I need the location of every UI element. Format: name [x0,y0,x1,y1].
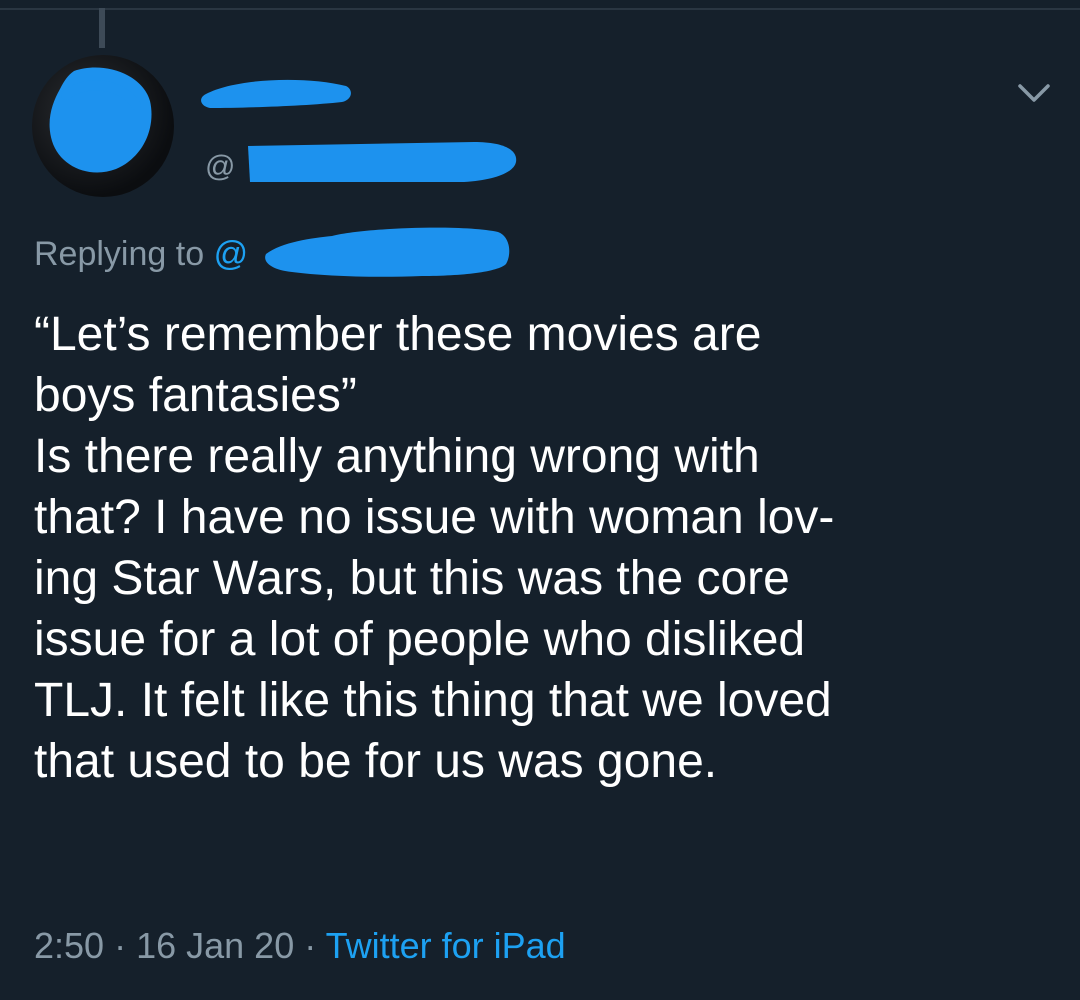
thread-top-divider [0,8,1080,10]
tweet-line: that used to be for us was gone. [34,735,718,788]
avatar[interactable] [32,55,174,197]
tweet-source-link[interactable]: Twitter for iPad [326,925,566,966]
tweet-time[interactable]: 2:50 [34,925,104,966]
tweet-line: ing Star Wars, but this was the core [34,552,790,605]
tweet-line: that? I have no issue with woman lov- [34,491,835,544]
display-name-redaction [201,79,351,108]
meta-separator: · [294,925,326,966]
handle-at-symbol: @ [205,150,236,183]
tweet-body: “Let’s remember these movies are boys fa… [34,304,1054,792]
handle-redaction [248,142,517,182]
chevron-down-icon[interactable] [1014,80,1054,108]
reply-mention-at[interactable]: @ [214,235,249,273]
user-handle[interactable]: @ [205,147,235,187]
meta-separator: · [104,925,137,966]
tweet-line: issue for a lot of people who disliked [34,613,806,666]
thread-connector-line [99,8,105,48]
tweet-meta: 2:50 · 16 Jan 20 · Twitter for iPad [34,922,566,970]
tweet-line: Is there really anything wrong with [34,430,760,483]
tweet-date[interactable]: 16 Jan 20 [136,925,294,966]
tweet-line: “Let’s remember these movies are [34,308,762,361]
replying-to-label: Replying to [34,235,205,273]
avatar-redaction-scribble [49,67,152,173]
tweet-line: TLJ. It felt like this thing that we lov… [34,674,832,727]
reply-mention-redaction [265,227,510,277]
tweet-line: boys fantasies” [34,369,357,422]
replying-to-line: Replying to @ [34,232,248,276]
